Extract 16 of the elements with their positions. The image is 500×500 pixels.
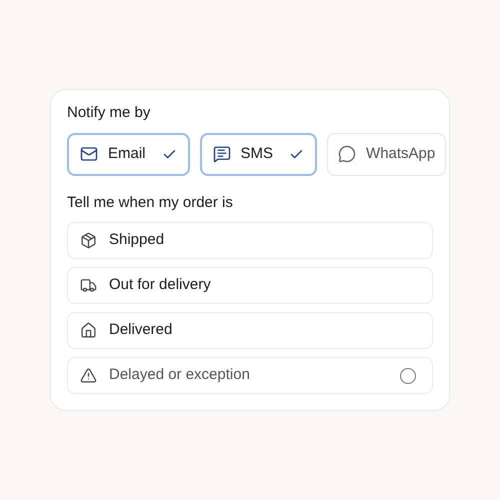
channel-toggle[interactable]: WhatsApp <box>327 132 446 176</box>
section-title: Notify me by <box>67 103 152 123</box>
envelope-icon <box>80 145 98 163</box>
status-option[interactable]: Out for delivery <box>67 267 433 304</box>
truck-icon <box>80 277 97 294</box>
status-option[interactable]: Shipped <box>67 222 433 259</box>
box-icon <box>80 232 97 249</box>
message-icon <box>212 145 231 163</box>
channel-toggle[interactable]: SMS <box>200 132 318 176</box>
status-option[interactable]: Delivered <box>67 312 433 349</box>
chat-bubble-icon <box>338 145 356 163</box>
section-title: Tell me when my order is <box>67 192 234 212</box>
status-option[interactable]: Delayed or exception <box>67 357 433 394</box>
house-icon <box>80 322 97 339</box>
channel-toggle[interactable]: Email <box>67 132 190 176</box>
warning-icon <box>80 367 97 384</box>
